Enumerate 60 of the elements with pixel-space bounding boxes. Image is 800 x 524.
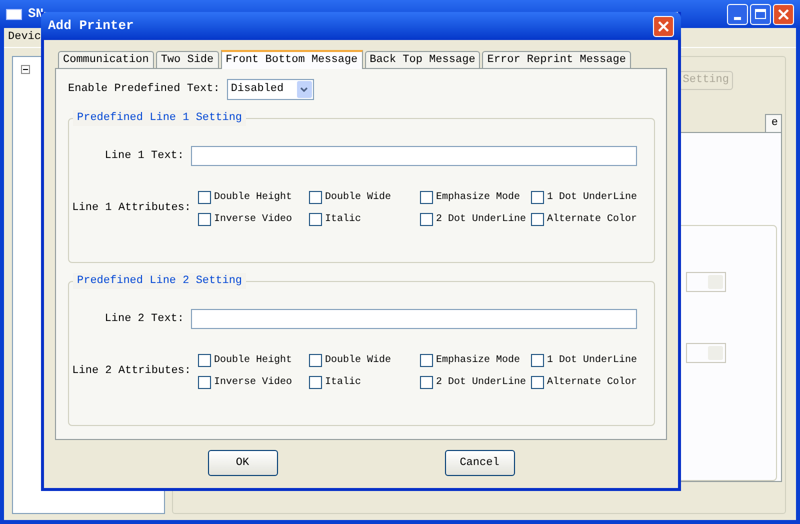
checkbox-label: Alternate Color (547, 376, 638, 390)
checkbox[interactable] (531, 212, 544, 226)
collapse-icon[interactable] (21, 65, 30, 74)
checkbox-label: Inverse Video (214, 376, 292, 390)
tab[interactable]: e (765, 114, 782, 132)
group-title: Predefined Line 1 Setting (73, 110, 246, 126)
checkbox[interactable] (309, 212, 322, 226)
close-button[interactable] (773, 4, 794, 24)
checkbox[interactable] (531, 190, 544, 204)
checkbox[interactable] (531, 376, 544, 388)
field-label: Line 2 Attributes: (71, 364, 192, 379)
tab[interactable]: Error Reprint Message (482, 51, 631, 68)
close-icon (777, 8, 790, 20)
dialog-button[interactable]: Cancel (444, 450, 514, 476)
checkbox[interactable] (309, 190, 322, 204)
checkbox-label: Double Height (214, 190, 292, 204)
field-label: Line 1 Text: (104, 148, 185, 164)
checkbox-label: Italic (325, 212, 362, 226)
menu-item[interactable]: Devic (8, 29, 42, 46)
field-label: Line 2 Text: (104, 312, 185, 327)
checkbox-label: Italic (325, 376, 362, 390)
text-field[interactable] (191, 146, 637, 166)
checkbox[interactable] (420, 190, 433, 204)
checkbox[interactable] (309, 376, 322, 388)
checkbox-label: Emphasize Mode (436, 190, 520, 204)
checkbox-label: Double Height (214, 354, 292, 368)
dropdown[interactable]: Disabled (226, 79, 314, 100)
checkbox[interactable] (420, 376, 433, 388)
tab[interactable]: Two Side (156, 51, 219, 68)
text-field[interactable] (191, 309, 637, 329)
close-button[interactable] (653, 16, 674, 36)
group-title: Predefined Line 2 Setting (73, 273, 246, 289)
maximize-button[interactable] (750, 4, 771, 24)
checkbox[interactable] (420, 354, 433, 366)
tab[interactable]: Communication (58, 51, 154, 68)
checkbox[interactable] (198, 212, 211, 226)
minimize-button[interactable] (727, 4, 748, 24)
checkbox-label: Emphasize Mode (436, 354, 520, 368)
checkbox-label: 1 Dot UnderLine (547, 190, 638, 204)
app-icon (6, 8, 22, 20)
checkbox-label: 2 Dot UnderLine (436, 212, 526, 226)
checkbox-label: 1 Dot UnderLine (547, 354, 638, 368)
checkbox[interactable] (198, 376, 211, 388)
field-label: Line 1 Attributes: (71, 200, 192, 216)
checkbox-label: Double Wide (325, 354, 392, 368)
checkbox[interactable] (531, 354, 544, 366)
checkbox-label: 2 Dot UnderLine (436, 376, 526, 390)
tab[interactable]: Front Bottom Message (220, 50, 363, 69)
dialog-button[interactable]: OK (208, 450, 278, 476)
checkbox[interactable] (309, 354, 322, 366)
checkbox[interactable] (420, 212, 433, 226)
field-label: Enable Predefined Text: (68, 82, 220, 98)
dialog-title: Add Printer (48, 17, 134, 36)
checkbox[interactable] (198, 190, 211, 204)
tab[interactable]: Back Top Message (364, 51, 480, 68)
close-icon (657, 20, 670, 32)
checkbox-label: Double Wide (325, 190, 392, 204)
checkbox-label: Alternate Color (547, 212, 638, 226)
checkbox-label: Inverse Video (214, 212, 292, 226)
checkbox[interactable] (198, 354, 211, 366)
